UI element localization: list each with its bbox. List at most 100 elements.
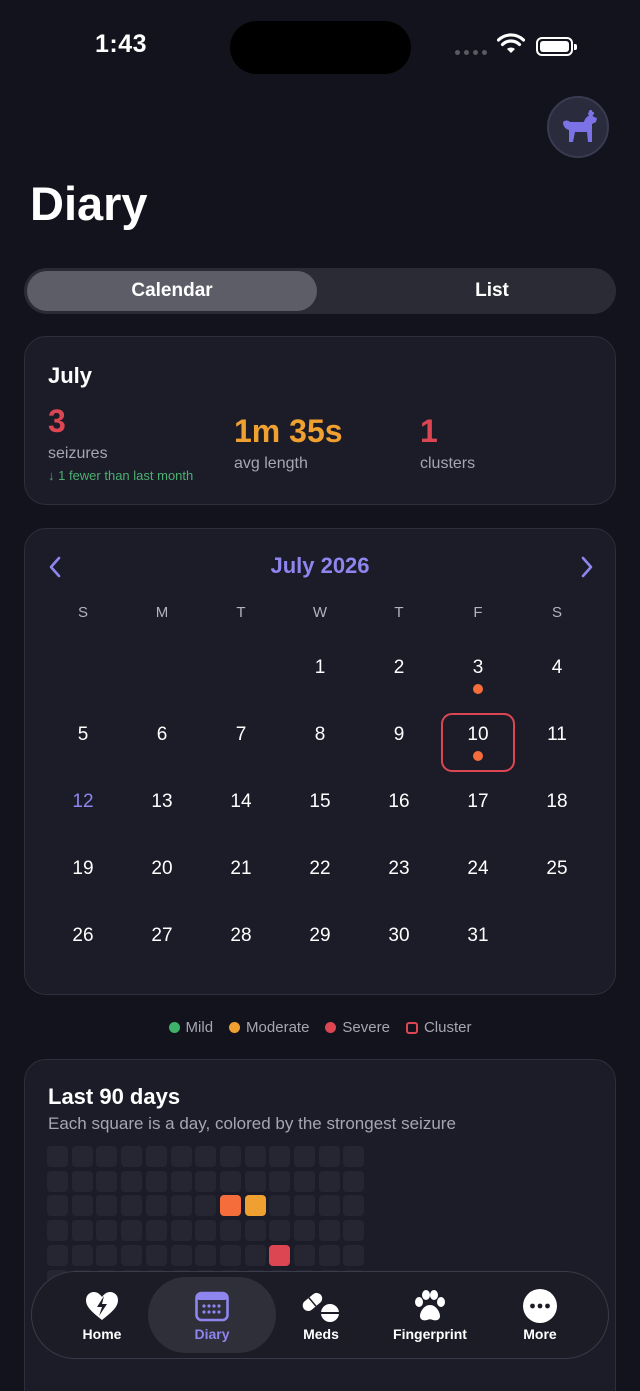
summary-month: July bbox=[48, 363, 93, 388]
calendar-day[interactable]: 12 bbox=[53, 791, 113, 813]
heatmap-day-cell bbox=[71, 1146, 93, 1167]
heatmap-day-cell bbox=[244, 1195, 266, 1217]
calendar-day[interactable]: 16 bbox=[369, 791, 429, 813]
calendar-day[interactable]: 31 bbox=[448, 925, 508, 947]
calendar-month-title: July 2026 bbox=[270, 553, 370, 578]
tab-home[interactable]: Home bbox=[47, 1272, 157, 1360]
calendar-day[interactable]: 20 bbox=[132, 858, 192, 880]
heatmap-day-cell bbox=[71, 1244, 93, 1266]
heatmap-day-cell bbox=[219, 1244, 241, 1266]
avg-length-label: avg length bbox=[234, 455, 308, 472]
cluster-box-icon bbox=[405, 1021, 418, 1034]
calendar-day[interactable]: 19 bbox=[53, 858, 113, 880]
calendar-day[interactable]: 28 bbox=[211, 925, 271, 947]
calendar-day[interactable]: 29 bbox=[290, 925, 350, 947]
calendar-day[interactable]: 22 bbox=[290, 858, 350, 880]
calendar-icon bbox=[195, 1291, 229, 1322]
calendar-day[interactable]: 27 bbox=[132, 925, 192, 947]
calendar-day[interactable]: 17 bbox=[448, 791, 508, 813]
heatmap-day-cell bbox=[343, 1146, 365, 1167]
last-90-subtitle: Each square is a day, colored by the str… bbox=[48, 1114, 456, 1133]
heatmap-day-cell bbox=[145, 1195, 167, 1217]
calendar-card: July 2026 S M T W T F S 1 2 3 4 5 6 7 8 9 10 11 12 13 14 15 16… bbox=[24, 528, 616, 995]
month-summary-card: July 3 seizures ↓ 1 fewer than last mont… bbox=[24, 336, 616, 505]
next-month-button[interactable] bbox=[579, 555, 595, 584]
heatmap-day-cell bbox=[343, 1195, 365, 1217]
wifi-icon bbox=[496, 33, 526, 60]
tab-more[interactable]: More bbox=[485, 1272, 595, 1360]
heatmap-day-cell bbox=[244, 1244, 266, 1266]
heatmap-day-cell bbox=[219, 1195, 241, 1217]
legend-cluster: Cluster bbox=[405, 1019, 471, 1036]
heatmap-day-cell bbox=[318, 1170, 340, 1192]
calendar-day[interactable]: 2 bbox=[369, 657, 429, 679]
heatmap-day-cell bbox=[47, 1220, 68, 1242]
calendar-day[interactable]: 1 bbox=[290, 657, 350, 679]
heatmap-day-cell bbox=[219, 1146, 241, 1167]
tab-meds-label: Meds bbox=[303, 1326, 339, 1342]
battery-icon bbox=[536, 37, 577, 56]
heatmap-day-cell bbox=[121, 1170, 143, 1192]
calendar-day[interactable]: 21 bbox=[211, 858, 271, 880]
calendar-day[interactable]: 26 bbox=[53, 925, 113, 947]
segment-calendar[interactable]: Calendar bbox=[27, 271, 317, 311]
calendar-day[interactable]: 3 bbox=[448, 657, 508, 679]
calendar-day[interactable]: 9 bbox=[369, 724, 429, 746]
heatmap-day-cell bbox=[96, 1195, 118, 1217]
heatmap-day-cell bbox=[96, 1244, 118, 1266]
calendar-day[interactable]: 8 bbox=[290, 724, 350, 746]
calendar-day[interactable]: 4 bbox=[527, 657, 587, 679]
heatmap-day-cell bbox=[47, 1244, 68, 1266]
heatmap-day-cell bbox=[195, 1195, 217, 1217]
dynamic-island bbox=[230, 21, 411, 74]
calendar-day[interactable]: 15 bbox=[290, 791, 350, 813]
heatmap-day-cell bbox=[294, 1170, 315, 1192]
tab-fingerprint[interactable]: Fingerprint bbox=[375, 1272, 485, 1360]
heatmap-day-cell bbox=[145, 1170, 167, 1192]
mild-dot-icon bbox=[168, 1022, 180, 1033]
pet-avatar-button[interactable] bbox=[547, 96, 609, 158]
legend-moderate-label: Moderate bbox=[246, 1019, 310, 1036]
calendar-day[interactable]: 25 bbox=[527, 858, 587, 880]
calendar-day[interactable]: 13 bbox=[132, 791, 192, 813]
calendar-day[interactable]: 10 bbox=[448, 724, 508, 746]
heatmap-day-cell bbox=[318, 1220, 340, 1242]
heatmap-day-cell bbox=[145, 1146, 167, 1167]
heatmap-day-cell bbox=[96, 1146, 118, 1167]
heatmap-day-cell bbox=[219, 1170, 241, 1192]
calendar-day[interactable]: 14 bbox=[211, 791, 271, 813]
calendar-day[interactable]: 11 bbox=[527, 724, 587, 746]
tab-meds[interactable]: Meds bbox=[266, 1272, 376, 1360]
heatmap-day-cell bbox=[96, 1220, 118, 1242]
segment-list[interactable]: List bbox=[344, 271, 640, 311]
calendar-day[interactable]: 30 bbox=[369, 925, 429, 947]
severe-dot-icon bbox=[325, 1022, 337, 1033]
legend-severe-label: Severe bbox=[342, 1019, 390, 1036]
page-title: Diary bbox=[30, 177, 148, 230]
heatmap-day-cell bbox=[244, 1146, 266, 1167]
calendar-day[interactable]: 6 bbox=[132, 724, 192, 746]
avg-length-value: 1m 35s bbox=[234, 413, 343, 449]
heatmap-day-cell bbox=[195, 1244, 217, 1266]
heatmap-day-cell bbox=[269, 1146, 291, 1167]
calendar-day[interactable]: 7 bbox=[211, 724, 271, 746]
heatmap-day-cell bbox=[244, 1170, 266, 1192]
calendar-day[interactable]: 18 bbox=[527, 791, 587, 813]
legend-severe: Severe bbox=[325, 1019, 390, 1036]
more-icon bbox=[523, 1289, 557, 1323]
tab-diary[interactable]: Diary bbox=[157, 1272, 267, 1360]
heatmap-day-cell bbox=[121, 1220, 143, 1242]
calendar-day[interactable]: 24 bbox=[448, 858, 508, 880]
heatmap-day-cell bbox=[170, 1220, 192, 1242]
heatmap-day-cell bbox=[318, 1244, 340, 1266]
pills-icon bbox=[302, 1292, 339, 1322]
heatmap-day-cell bbox=[170, 1244, 192, 1266]
calendar-day[interactable]: 5 bbox=[53, 724, 113, 746]
cluster-count-label: clusters bbox=[420, 455, 476, 472]
legend-moderate: Moderate bbox=[229, 1019, 309, 1036]
heatmap-day-cell bbox=[96, 1170, 118, 1192]
heart-bolt-icon bbox=[86, 1292, 118, 1320]
calendar-day[interactable]: 23 bbox=[369, 858, 429, 880]
heatmap-day-cell bbox=[145, 1220, 167, 1242]
seizure-count: 3 bbox=[48, 403, 66, 439]
